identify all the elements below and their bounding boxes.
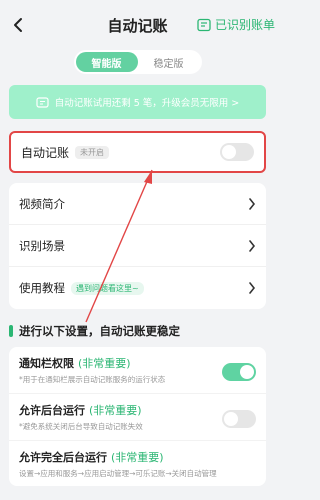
section-accent-bar	[9, 325, 13, 337]
toggle-knob	[224, 411, 238, 426]
menu-item-label: 识别场景	[19, 238, 65, 253]
important-tag: (非常重要)	[89, 403, 142, 417]
section-title: 进行以下设置，自动记账更稳定	[9, 323, 266, 339]
notification-toggle[interactable]	[222, 363, 256, 381]
page-title: 自动记账	[107, 16, 168, 35]
tab-smart[interactable]: 智能版	[75, 52, 138, 72]
setting-full-background-run[interactable]: 允许完全后台运行 (非常重要) 设置→应用和服务→应用启动管理→可乐记账→关闭自动…	[9, 441, 266, 487]
toggle-knob	[222, 145, 236, 159]
setting-title: 允许完全后台运行	[19, 450, 107, 464]
menu-item-label: 使用教程	[19, 281, 65, 295]
settings-card: 通知栏权限 (非常重要) *用于在通知栏展示自动记账服务的运行状态 允许后台运行 (…	[9, 347, 266, 487]
menu-item-tutorial[interactable]: 使用教程 遇到问题看这里~	[9, 267, 266, 309]
status-badge: 未开启	[75, 145, 110, 159]
bill-list-icon	[197, 18, 211, 31]
menu-card: 视频简介 识别场景 使用教程 遇到问题看这里~	[9, 183, 266, 309]
menu-item-video-intro[interactable]: 视频简介	[9, 183, 266, 225]
back-button[interactable]	[10, 14, 26, 36]
chevron-left-icon	[14, 18, 22, 32]
trial-banner[interactable]: 自动记账试用还剩 5 笔，升级会员无限用 >	[9, 85, 266, 119]
auto-record-card: 自动记账 未开启	[9, 131, 266, 173]
chevron-right-icon	[249, 282, 256, 294]
toggle-knob	[240, 365, 254, 379]
important-tag: (非常重要)	[78, 357, 131, 370]
mode-switch: 智能版 稳定版	[73, 50, 202, 74]
auto-record-toggle[interactable]	[220, 143, 254, 161]
auto-record-label: 自动记账	[21, 145, 70, 160]
ticket-icon	[36, 96, 49, 108]
setting-title: 通知栏权限	[19, 357, 74, 370]
setting-description: 设置→应用和服务→应用启动管理→可乐记账→关闭自动管理	[19, 468, 217, 478]
setting-title: 允许后台运行	[19, 403, 85, 417]
tutorial-pill: 遇到问题看这里~	[71, 281, 144, 295]
recognized-bills-button[interactable]: 已识别账单	[197, 16, 275, 33]
tab-stable[interactable]: 稳定版	[138, 52, 200, 72]
recognized-bills-label: 已识别账单	[214, 18, 275, 32]
setting-background-run[interactable]: 允许后台运行 (非常重要) *避免系统关闭后台导致自动记账失效	[9, 394, 266, 441]
menu-item-label: 视频简介	[19, 196, 65, 211]
chevron-right-icon	[249, 239, 256, 252]
setting-description: *避免系统关闭后台导致自动记账失效	[19, 421, 143, 431]
background-run-toggle[interactable]	[222, 409, 256, 428]
important-tag: (非常重要)	[111, 450, 164, 464]
trial-text: 自动记账试用还剩 5 笔，升级会员无限用 >	[54, 98, 240, 109]
menu-item-recognition-scenes[interactable]: 识别场景	[9, 225, 266, 267]
setting-description: *用于在通知栏展示自动记账服务的运行状态	[19, 375, 166, 384]
setting-notification[interactable]: 通知栏权限 (非常重要) *用于在通知栏展示自动记账服务的运行状态	[9, 347, 266, 394]
chevron-right-icon	[249, 197, 256, 210]
section-title-text: 进行以下设置，自动记账更稳定	[19, 324, 180, 338]
header: 自动记账 已识别账单	[0, 0, 275, 50]
